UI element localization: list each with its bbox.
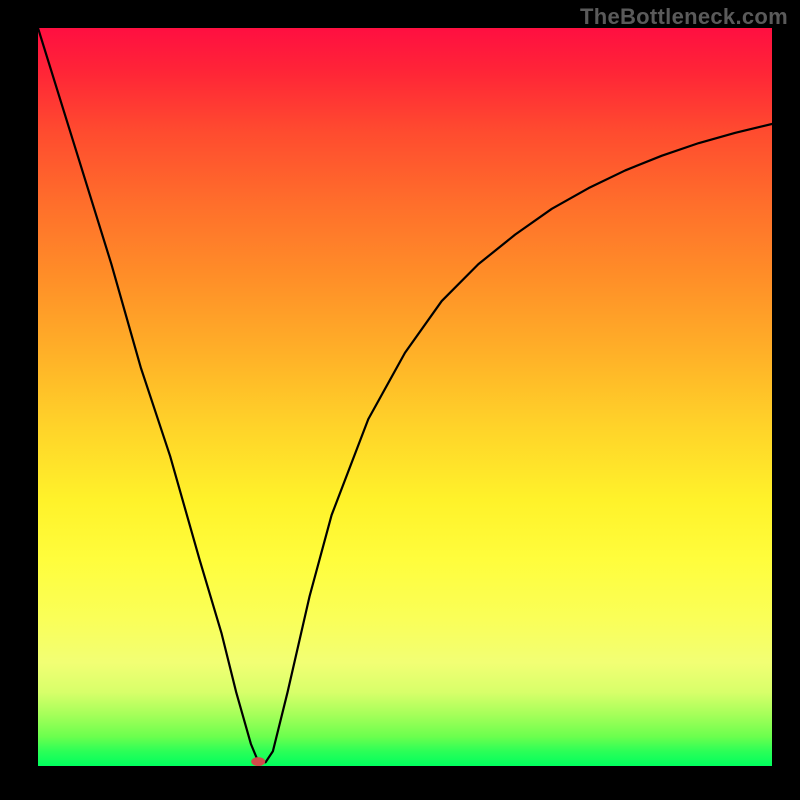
chart-frame: TheBottleneck.com <box>0 0 800 800</box>
optimum-marker <box>251 757 265 766</box>
plot-background-gradient <box>38 28 772 766</box>
bottleneck-curve-path <box>38 28 772 762</box>
bottleneck-curve-svg <box>38 28 772 766</box>
watermark-text: TheBottleneck.com <box>580 4 788 30</box>
